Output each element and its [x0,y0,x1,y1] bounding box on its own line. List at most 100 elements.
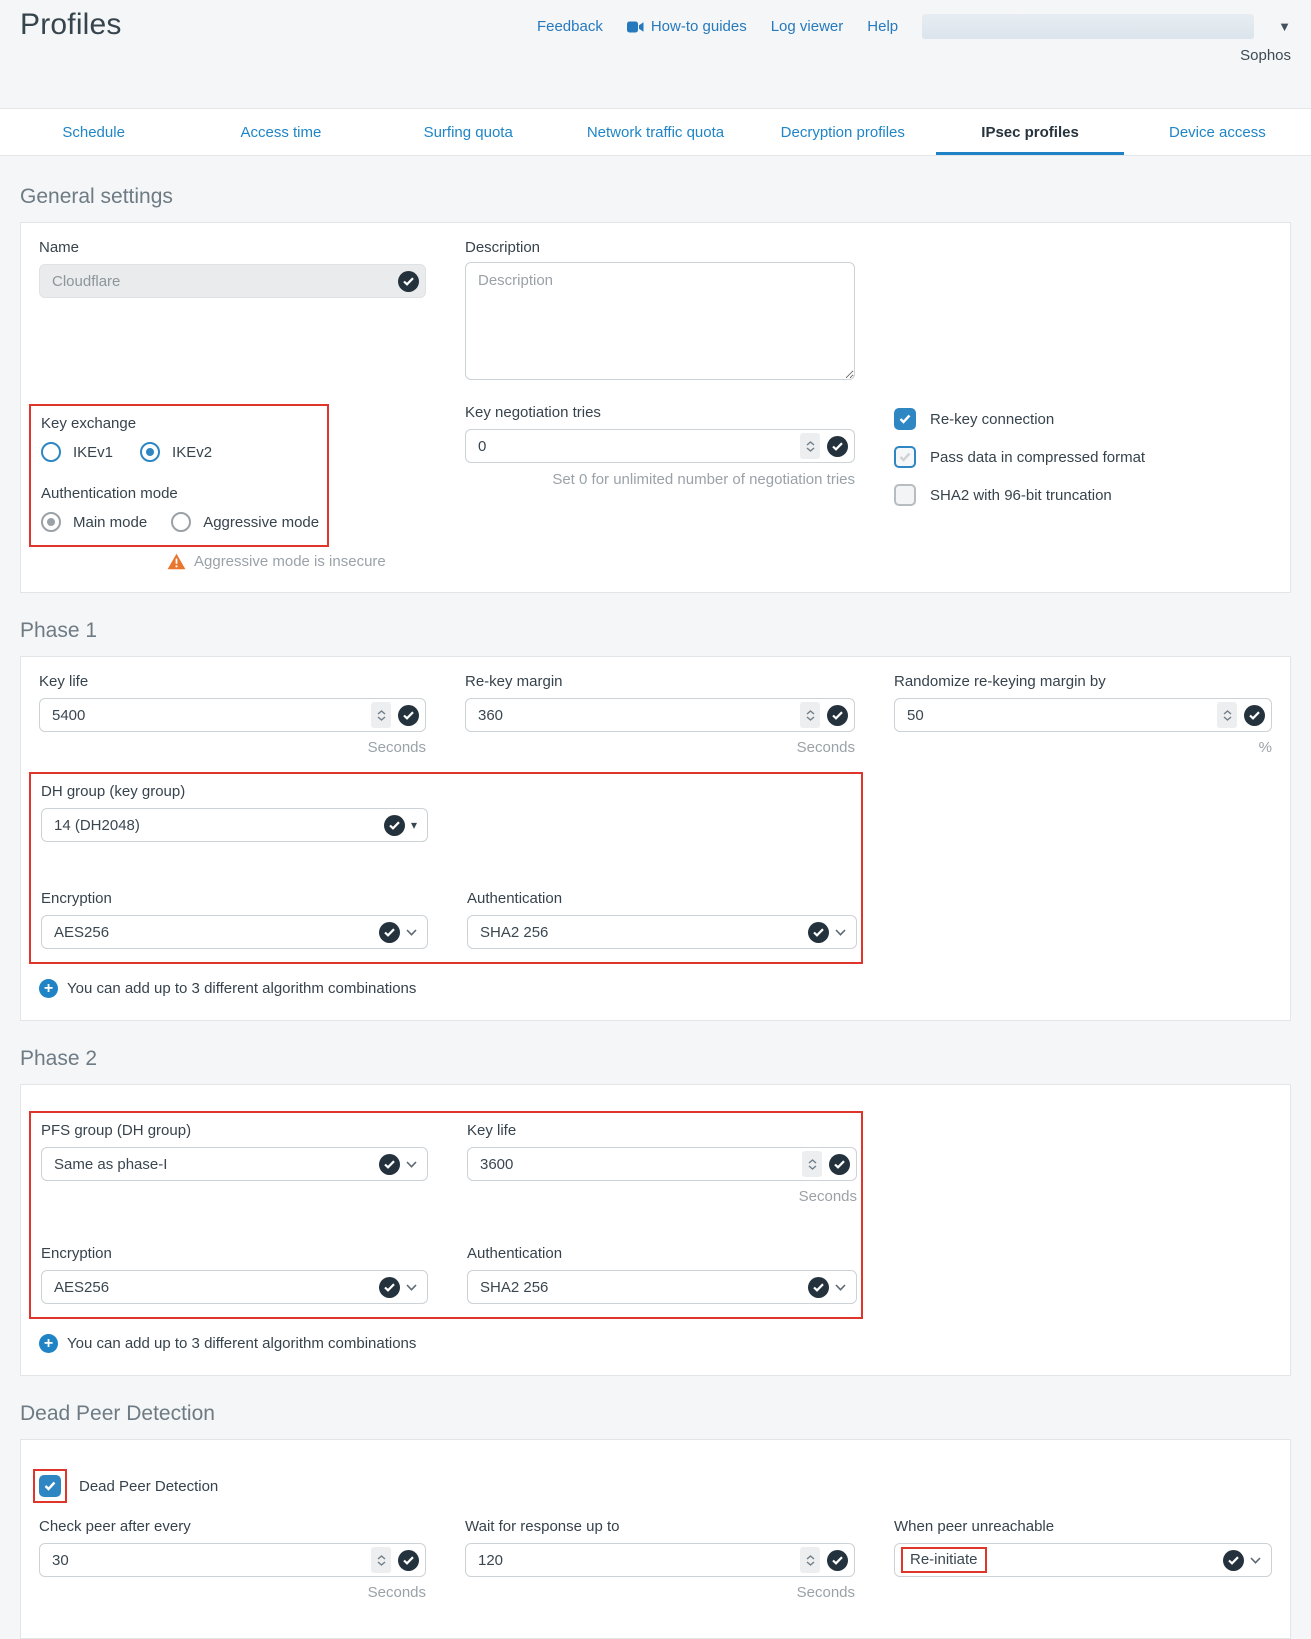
tab-schedule[interactable]: Schedule [0,109,187,155]
valid-check-icon [398,705,419,726]
p1-randomize-unit: % [894,739,1272,756]
p1-randomize-input[interactable] [895,707,1217,724]
tab-network-traffic-quota[interactable]: Network traffic quota [562,109,749,155]
tab-ipsec-profiles[interactable]: IPsec profiles [936,109,1123,155]
p1-encryption-select[interactable]: AES256 [41,915,428,949]
general-settings-card: Name Description Key exchange IKEv1 [20,222,1291,593]
add-combination-icon[interactable]: + [39,979,58,998]
p2-pfs-group-value: Same as phase-I [42,1156,379,1173]
compressed-format-label: Pass data in compressed format [930,449,1145,466]
valid-check-icon [827,1550,848,1571]
p2-add-hint: You can add up to 3 different algorithm … [67,1335,416,1352]
p1-randomize-label: Randomize re-keying margin by [894,673,1272,690]
p1-key-life-shell [39,698,426,732]
valid-check-icon [379,1154,400,1175]
valid-check-icon [808,922,829,943]
reinitiate-annotation-box: Re-initiate [901,1547,987,1573]
tab-access-time[interactable]: Access time [187,109,374,155]
p1-dh-group-select[interactable]: 14 (DH2048) ▾ [41,808,428,842]
log-viewer-label: Log viewer [771,18,844,35]
stepper-control[interactable] [371,1547,391,1573]
stepper-control[interactable] [800,1547,820,1573]
description-textarea[interactable] [465,262,855,380]
dpd-checkbox-annotation-box [33,1469,67,1503]
dpd-toggle-label: Dead Peer Detection [79,1478,218,1495]
dpd-wait-label: Wait for response up to [465,1518,855,1535]
p1-add-hint: You can add up to 3 different algorithm … [67,980,416,997]
help-link[interactable]: Help [867,18,898,35]
phase2-card: PFS group (DH group) Same as phase-I Key… [20,1084,1291,1376]
stepper-control[interactable] [800,433,820,459]
dpd-wait-shell [465,1543,855,1577]
dpd-card: Dead Peer Detection Check peer after eve… [20,1439,1291,1639]
aggressive-mode-warning: Aggressive mode is insecure [194,553,386,570]
dpd-check-peer-unit: Seconds [39,1584,426,1601]
sha2-truncation-label: SHA2 with 96-bit truncation [930,487,1112,504]
chevron-down-icon [406,1161,417,1168]
valid-check-icon [827,436,848,457]
caret-down-icon[interactable]: ▼ [1278,20,1291,33]
help-label: Help [867,18,898,35]
dpd-check-peer-input[interactable] [40,1552,371,1569]
p2-key-life-label: Key life [467,1122,857,1139]
p2-pfs-group-select[interactable]: Same as phase-I [41,1147,428,1181]
p1-authentication-value: SHA2 256 [468,924,808,941]
radio-ikev2[interactable] [140,442,160,462]
account-selector[interactable] [922,14,1254,39]
p2-authentication-select[interactable]: SHA2 256 [467,1270,857,1304]
p1-rekey-margin-unit: Seconds [465,739,855,756]
p1-key-life-input[interactable] [40,707,371,724]
chevron-down-icon [835,929,846,936]
radio-ikev1[interactable] [41,442,61,462]
dpd-wait-unit: Seconds [465,1584,855,1601]
auth-mode-label: Authentication mode [41,485,327,502]
radio-ikev1-label: IKEv1 [73,444,113,461]
stepper-control[interactable] [371,702,391,728]
p2-pfs-group-label: PFS group (DH group) [41,1122,428,1139]
p2-key-life-input[interactable] [468,1156,802,1173]
radio-aggressive-mode [171,512,191,532]
compressed-format-checkbox[interactable] [894,446,916,468]
valid-check-icon [398,1550,419,1571]
dpd-unreachable-select[interactable]: Re-initiate [894,1543,1272,1577]
add-combination-icon[interactable]: + [39,1334,58,1353]
p1-dh-group-label: DH group (key group) [41,783,428,800]
dpd-check-peer-shell [39,1543,426,1577]
chevron-down-icon [406,929,417,936]
rekey-connection-checkbox[interactable] [894,408,916,430]
video-camera-icon [627,21,644,33]
tab-decryption-profiles[interactable]: Decryption profiles [749,109,936,155]
valid-check-icon [1244,705,1265,726]
sha2-truncation-checkbox[interactable] [894,484,916,506]
stepper-control[interactable] [802,1151,822,1177]
p1-dh-group-value: 14 (DH2048) [42,817,384,834]
p1-rekey-margin-label: Re-key margin [465,673,855,690]
key-exchange-label: Key exchange [41,415,327,432]
stepper-control[interactable] [800,702,820,728]
dpd-wait-input[interactable] [466,1552,800,1569]
tab-surfing-quota[interactable]: Surfing quota [375,109,562,155]
feedback-link[interactable]: Feedback [537,18,603,35]
tab-bar: Schedule Access time Surfing quota Netwo… [0,108,1311,156]
chevron-down-icon [1250,1557,1261,1564]
log-viewer-link[interactable]: Log viewer [771,18,844,35]
p1-rekey-margin-input[interactable] [466,707,800,724]
stepper-control[interactable] [1217,702,1237,728]
dpd-unreachable-label: When peer unreachable [894,1518,1272,1535]
p2-encryption-select[interactable]: AES256 [41,1270,428,1304]
description-label: Description [465,239,855,256]
valid-check-icon [827,705,848,726]
p1-encryption-value: AES256 [42,924,379,941]
name-field-shell [39,264,426,298]
p1-authentication-select[interactable]: SHA2 256 [467,915,857,949]
howto-guides-link[interactable]: How-to guides [627,18,747,35]
tab-device-access[interactable]: Device access [1124,109,1311,155]
radio-main-mode-label: Main mode [73,514,147,531]
key-negotiation-input[interactable] [466,438,800,455]
radio-ikev2-label: IKEv2 [172,444,212,461]
valid-check-icon [379,922,400,943]
rekey-connection-label: Re-key connection [930,411,1054,428]
radio-aggressive-mode-label: Aggressive mode [203,514,319,531]
dpd-checkbox[interactable] [39,1475,61,1497]
chevron-down-icon [406,1284,417,1291]
